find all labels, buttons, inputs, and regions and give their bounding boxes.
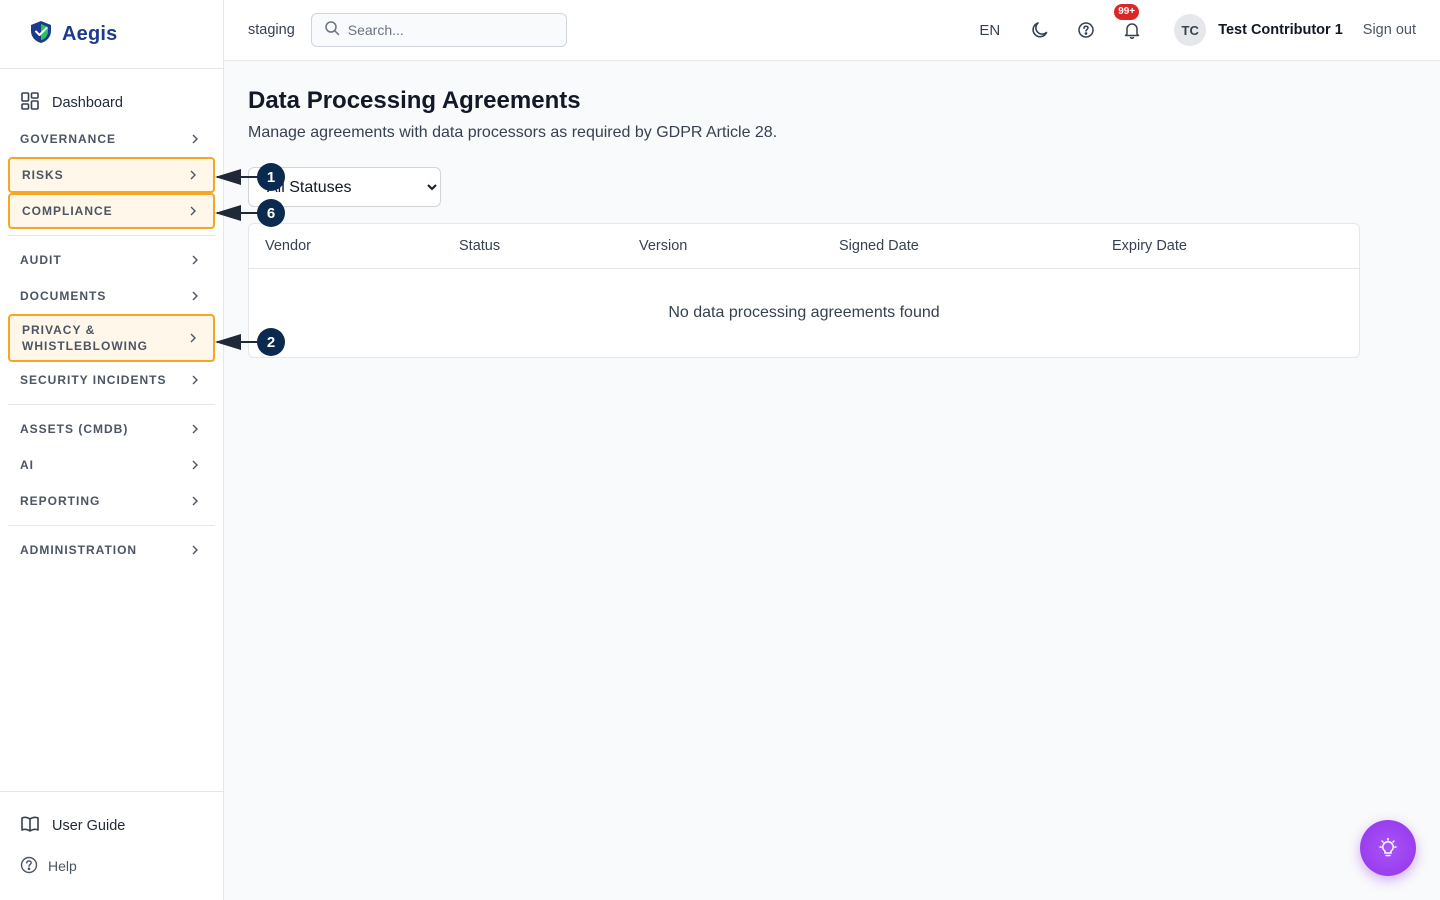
user-guide-label: User Guide [52, 818, 126, 834]
column-header-signed-date[interactable]: Signed Date [839, 238, 1112, 254]
chevron-right-icon [192, 545, 198, 555]
annotation-arrow [215, 334, 261, 348]
notification-badge: 99+ [1114, 4, 1140, 20]
lightbulb-icon [1379, 837, 1397, 857]
sidebar-section-label: ASSETS (CMDB) [20, 422, 129, 436]
sidebar-section-label: DOCUMENTS [20, 289, 107, 303]
sidebar-section-label: AI [20, 458, 34, 472]
sidebar-nav: Dashboard GOVERNANCE RISKS COMPLIANCE AU… [0, 87, 223, 568]
chevron-right-icon [192, 460, 198, 470]
sidebar-section-privacy-whistleblowing[interactable]: PRIVACY & WHISTLEBLOWING [8, 314, 215, 362]
sidebar-section-label: REPORTING [20, 494, 101, 508]
annotation-marker: 2 [257, 328, 285, 356]
column-header-expiry-date[interactable]: Expiry Date [1112, 238, 1312, 254]
annotation-marker: 1 [257, 163, 285, 191]
sidebar-section-label: RISKS [22, 168, 64, 182]
search-icon [324, 20, 340, 41]
brand-name: Aegis [62, 22, 118, 45]
chevron-right-icon [190, 170, 196, 180]
sidebar-section-label: COMPLIANCE [22, 204, 113, 218]
moon-icon [1032, 22, 1048, 38]
sidebar-section-label: ADMINISTRATION [20, 543, 138, 557]
sidebar-section-label: AUDIT [20, 253, 62, 267]
chevron-right-icon [192, 291, 198, 301]
topbar: staging EN 99+ TC Test Contributor 1 Sig… [224, 0, 1440, 61]
chevron-right-icon [192, 496, 198, 506]
sidebar-section-audit[interactable]: AUDIT [8, 242, 215, 278]
help-circle-icon [20, 856, 38, 877]
chevron-right-icon [192, 255, 198, 265]
sidebar-section-ai[interactable]: AI [8, 447, 215, 483]
sidebar-section-reporting[interactable]: REPORTING [8, 483, 215, 519]
sidebar: Aegis Dashboard GOVERNANCE RISKS COMPLIA… [0, 0, 224, 900]
environment-label: staging [248, 22, 295, 38]
sidebar-section-security-incidents[interactable]: SECURITY INCIDENTS [8, 362, 215, 398]
column-header-status[interactable]: Status [459, 238, 639, 254]
notifications-button[interactable]: 99+ [1114, 4, 1144, 42]
help-link[interactable]: Help [20, 854, 203, 878]
sidebar-section-documents[interactable]: DOCUMENTS [8, 278, 215, 314]
table-header: Vendor Status Version Signed Date Expiry… [249, 224, 1359, 269]
search-box[interactable] [310, 13, 567, 47]
sidebar-item-label: Dashboard [52, 95, 123, 111]
sidebar-section-compliance[interactable]: COMPLIANCE [8, 193, 215, 229]
page-title: Data Processing Agreements [248, 87, 581, 114]
sign-out-button[interactable]: Sign out [1363, 22, 1416, 38]
sidebar-divider [8, 404, 215, 405]
user-guide-link[interactable]: User Guide [20, 814, 203, 838]
sidebar-section-governance[interactable]: GOVERNANCE [8, 121, 215, 157]
help-circle-icon [1078, 22, 1094, 38]
annotation-arrow [215, 169, 261, 183]
shield-logo-icon [30, 20, 52, 49]
table-empty-state: No data processing agreements found [668, 304, 940, 321]
column-header-version[interactable]: Version [639, 238, 839, 254]
sidebar-section-risks[interactable]: RISKS [8, 157, 215, 193]
chevron-right-icon [190, 333, 196, 343]
column-header-vendor[interactable]: Vendor [265, 238, 459, 254]
dpa-table: Vendor Status Version Signed Date Expiry… [248, 223, 1360, 358]
chevron-right-icon [192, 424, 198, 434]
user-name: Test Contributor 1 [1218, 22, 1343, 38]
sidebar-item-dashboard[interactable]: Dashboard [8, 87, 215, 119]
theme-toggle-button[interactable] [1028, 18, 1052, 42]
sidebar-section-label: GOVERNANCE [20, 132, 117, 146]
page-subtitle: Manage agreements with data processors a… [248, 124, 778, 141]
main-content: Data Processing Agreements Manage agreem… [248, 61, 1360, 358]
annotation-marker: 6 [257, 199, 285, 227]
brand[interactable]: Aegis [0, 0, 223, 69]
search-input[interactable] [347, 22, 548, 38]
assistant-fab-button[interactable] [1360, 820, 1416, 876]
help-button[interactable] [1074, 18, 1098, 42]
sidebar-section-assets[interactable]: ASSETS (CMDB) [8, 411, 215, 447]
sidebar-divider [8, 235, 215, 236]
sidebar-section-administration[interactable]: ADMINISTRATION [8, 532, 215, 568]
topbar-actions: EN 99+ TC Test Contributor 1 Sign out [979, 4, 1416, 46]
book-icon [20, 814, 40, 838]
language-switcher[interactable]: EN [979, 22, 1000, 39]
bell-icon [1124, 23, 1140, 39]
sidebar-section-label: SECURITY INCIDENTS [20, 373, 167, 387]
grid-icon [20, 91, 40, 115]
avatar[interactable]: TC [1174, 14, 1207, 46]
chevron-right-icon [192, 134, 198, 144]
sidebar-footer: User Guide Help [0, 791, 223, 900]
help-label: Help [48, 858, 77, 874]
sidebar-divider [8, 525, 215, 526]
annotation-arrow [215, 205, 261, 219]
chevron-right-icon [192, 375, 198, 385]
chevron-right-icon [190, 206, 196, 216]
sidebar-section-label: PRIVACY & WHISTLEBLOWING [22, 323, 148, 353]
